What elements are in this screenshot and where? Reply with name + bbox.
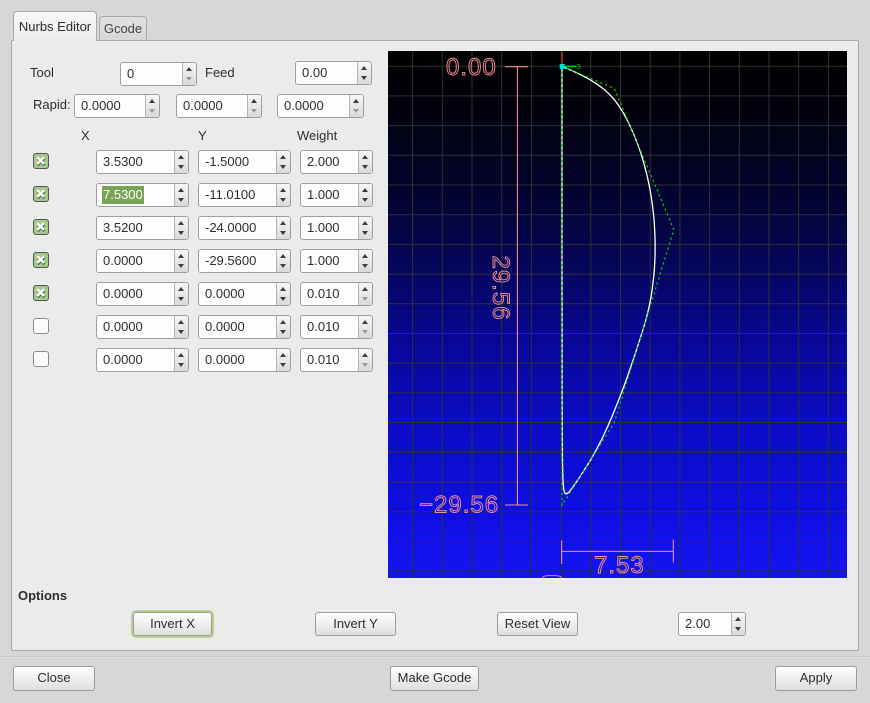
svg-text:29.56: 29.56 [487,256,514,321]
svg-text:7.53: 7.53 [594,552,645,578]
svg-text:−29.56: −29.56 [419,492,499,519]
svg-text:0.00: 0.00 [446,54,497,81]
svg-text:3: 3 [577,62,581,71]
